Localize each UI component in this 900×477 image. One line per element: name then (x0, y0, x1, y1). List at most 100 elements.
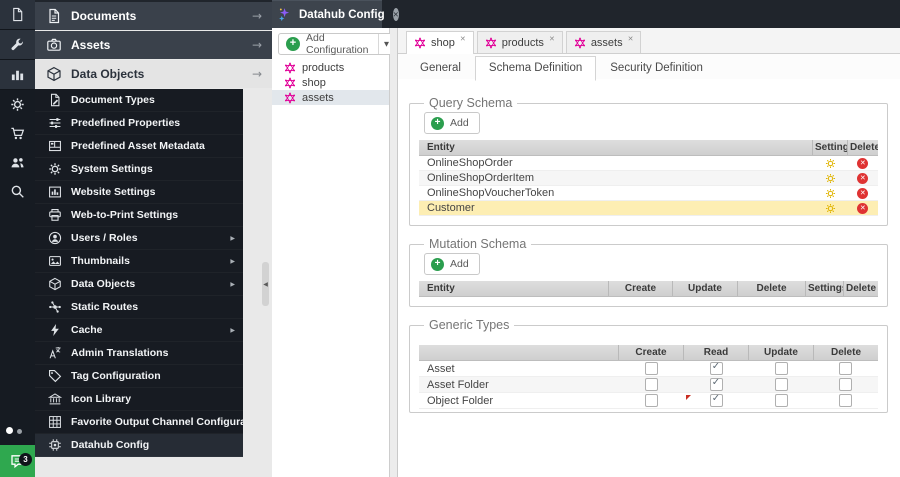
menu-item-assets[interactable]: Assets → (35, 31, 272, 59)
submenu-item-thumbnails[interactable]: Thumbnails ▶ (35, 250, 243, 273)
submenu-item-predefined-asset-metadata[interactable]: Predefined Asset Metadata (35, 135, 243, 158)
strip-item-search[interactable] (0, 177, 35, 206)
delete-checkbox[interactable] (839, 378, 853, 391)
settings-gear-icon[interactable] (825, 203, 836, 214)
query-row-Customer[interactable]: Customer ✕ (419, 200, 878, 216)
strip-item-documents[interactable] (0, 0, 35, 30)
query-row-OnlineShopOrder[interactable]: OnlineShopOrder ✕ (419, 155, 878, 171)
generic-row-object-folder[interactable]: Object Folder (419, 392, 878, 409)
strip-item-reports[interactable] (0, 60, 35, 90)
delete-icon[interactable]: ✕ (857, 172, 869, 184)
subtab-general[interactable]: General (406, 56, 475, 81)
close-icon[interactable]: ✕ (549, 35, 555, 43)
submenu-item-datahub-config[interactable]: Datahub Config (35, 434, 243, 457)
close-icon[interactable]: ✕ (628, 35, 634, 43)
submenu-item-favorite-output-channel-configurations[interactable]: Favorite Output Channel Configurations (35, 411, 243, 434)
column-header-blank[interactable] (419, 345, 619, 361)
query-add-button[interactable]: + Add (424, 112, 480, 134)
add-configuration-main[interactable]: + Add Configuration (279, 32, 378, 56)
create-checkbox[interactable] (644, 394, 658, 407)
window-tab-label: Datahub Config (299, 8, 385, 21)
update-checkbox[interactable] (774, 362, 788, 375)
column-header-delete[interactable]: Delete (847, 140, 878, 156)
column-header-read[interactable]: Read (683, 345, 749, 361)
settings-gear-icon[interactable] (825, 188, 836, 199)
tree-item-shop[interactable]: shop (272, 75, 389, 90)
chat-button[interactable]: 3 (0, 445, 35, 477)
close-icon[interactable]: ✕ (392, 8, 399, 21)
create-checkbox[interactable] (644, 362, 658, 375)
column-header-entity[interactable]: Entity (419, 140, 813, 156)
arrow-right-icon: → (251, 38, 262, 52)
generic-row-asset[interactable]: Asset (419, 360, 878, 377)
submenu-item-predefined-properties[interactable]: Predefined Properties (35, 112, 243, 135)
plus-icon: + (431, 116, 444, 130)
update-checkbox[interactable] (774, 394, 788, 407)
graphql-icon (284, 77, 296, 89)
create-checkbox[interactable] (644, 378, 658, 391)
read-checkbox[interactable] (709, 393, 723, 407)
submenu-item-document-types[interactable]: Document Types (35, 89, 243, 112)
read-checkbox[interactable] (709, 377, 723, 391)
column-header-entity[interactable]: Entity (419, 281, 609, 297)
strip-item-users[interactable] (0, 148, 35, 177)
mutation-add-button[interactable]: + Add (424, 253, 480, 275)
status-dot-secondary (17, 429, 22, 434)
submenu-item-icon-library[interactable]: Icon Library (35, 388, 243, 411)
delete-icon[interactable]: ✕ (857, 202, 869, 214)
submenu-item-web-to-print-settings[interactable]: Web-to-Print Settings (35, 204, 243, 227)
tree-item-assets[interactable]: assets (272, 90, 389, 105)
menu-item-documents[interactable]: Documents → (35, 2, 272, 30)
submenu-item-admin-translations[interactable]: Admin Translations (35, 342, 243, 365)
column-header-create[interactable]: Create (608, 281, 673, 297)
delete-checkbox[interactable] (839, 394, 853, 407)
query-row-OnlineShopOrderItem[interactable]: OnlineShopOrderItem ✕ (419, 170, 878, 186)
submenu-item-data-objects[interactable]: Data Objects ▶ (35, 273, 243, 296)
tab-assets[interactable]: assets ✕ (565, 31, 642, 53)
update-checkbox[interactable] (774, 378, 788, 391)
settings-gear-icon[interactable] (825, 173, 836, 184)
submenu-item-system-settings[interactable]: System Settings (35, 158, 243, 181)
strip-item-ecommerce[interactable] (0, 119, 35, 148)
submenu-item-website-settings[interactable]: Website Settings (35, 181, 243, 204)
tree-item-products[interactable]: products (272, 60, 389, 75)
delete-icon[interactable]: ✕ (857, 157, 869, 169)
chart-frame-icon (48, 185, 62, 199)
column-header-delete[interactable]: Delete (737, 281, 806, 297)
submenu-item-cache[interactable]: Cache ▶ (35, 319, 243, 342)
cart-icon (10, 126, 25, 141)
settings-gear-icon[interactable] (825, 158, 836, 169)
add-configuration-button[interactable]: + Add Configuration ▼ (278, 32, 395, 56)
entity-cell: Customer (419, 200, 813, 216)
column-header-delete[interactable]: Delete (813, 345, 878, 361)
delete-icon[interactable]: ✕ (857, 187, 869, 199)
region-collapse-handle[interactable]: ◀ (262, 262, 269, 306)
read-checkbox[interactable] (709, 361, 723, 375)
generic-row-asset-folder[interactable]: Asset Folder (419, 376, 878, 393)
delete-checkbox[interactable] (839, 362, 853, 375)
column-header-create[interactable]: Create (618, 345, 684, 361)
schema-definition-content: Query Schema + Add EntitySettingsDeleteO… (398, 79, 900, 477)
column-header-update[interactable]: Update (748, 345, 814, 361)
menu-item-data-objects[interactable]: Data Objects → (35, 60, 272, 88)
strip-item-tools[interactable] (0, 30, 35, 60)
submenu-item-users-roles[interactable]: Users / Roles ▶ (35, 227, 243, 250)
column-header-settings[interactable]: Settings (812, 140, 848, 156)
submenu-item-tag-configuration[interactable]: Tag Configuration (35, 365, 243, 388)
column-header-delete[interactable]: Delete (843, 281, 878, 297)
panel-splitter[interactable] (390, 28, 397, 477)
subtab-schema-definition[interactable]: Schema Definition (474, 56, 597, 81)
column-header-settings[interactable]: Settings (805, 281, 844, 297)
meta-grid-icon (48, 139, 62, 153)
query-row-OnlineShopVoucherToken[interactable]: OnlineShopVoucherToken ✕ (419, 185, 878, 201)
submenu-item-label: Web-to-Print Settings (71, 209, 179, 221)
submenu-item-static-routes[interactable]: Static Routes (35, 296, 243, 319)
subtab-security-definition[interactable]: Security Definition (596, 56, 717, 81)
window-tab-datahub-config[interactable]: Datahub Config ✕ (272, 0, 399, 28)
close-icon[interactable]: ✕ (460, 35, 466, 43)
subtab-label: General (420, 62, 461, 74)
column-header-update[interactable]: Update (672, 281, 738, 297)
tab-products[interactable]: products ✕ (476, 31, 563, 53)
strip-item-settings[interactable] (0, 90, 35, 119)
tab-shop[interactable]: shop ✕ (406, 31, 474, 54)
